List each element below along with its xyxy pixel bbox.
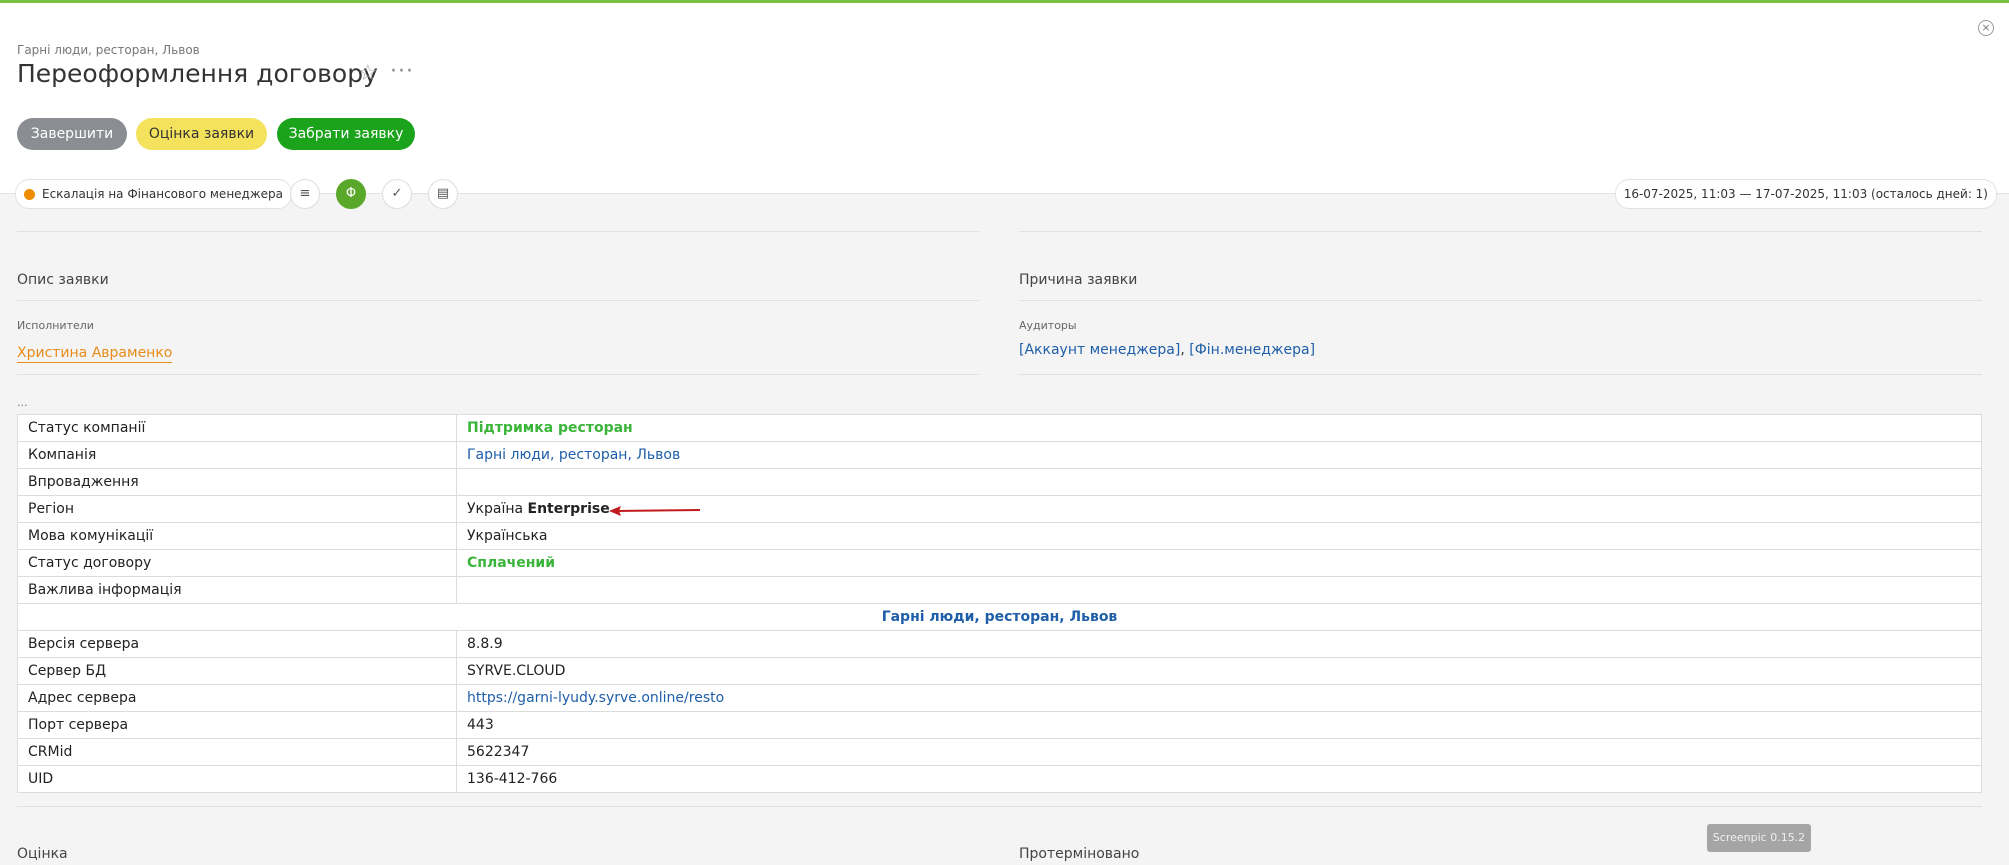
row-key: UID — [17, 765, 457, 793]
row-key: Компанія — [17, 441, 457, 469]
auditors-list: [Аккаунт менеджера], [Фін.менеджера] — [1019, 342, 1315, 358]
row-key: Версія сервера — [17, 630, 457, 658]
row-value: 443 — [456, 711, 1982, 739]
status-badge[interactable]: Ескалація на Фінансового менеджера — [15, 179, 293, 209]
row-value — [456, 576, 1982, 604]
table-row: Впровадження — [17, 468, 1982, 496]
more-dots: ... — [17, 396, 28, 409]
executors-label: Исполнители — [17, 319, 94, 332]
row-value: 5622347 — [456, 738, 1982, 766]
row-key: Важлива інформація — [17, 576, 457, 604]
row-key: Адрес сервера — [17, 684, 457, 712]
executor-link[interactable]: Христина Авраменко — [17, 344, 173, 363]
auditors-label: Аудиторы — [1019, 319, 1077, 332]
star-icon[interactable]: ☆ — [358, 61, 378, 86]
row-key: CRMid — [17, 738, 457, 766]
table-row: Компанія Гарні люди, ресторан, Львов — [17, 441, 1982, 469]
row-key: Статус договору — [17, 549, 457, 577]
reason-title: Причина заявки — [1019, 272, 1138, 288]
status-label: Ескалація на Фінансового менеджера — [42, 187, 284, 201]
company-info-table: Статус компанії Підтримка ресторан Компа… — [17, 414, 1982, 793]
red-arrow-annotation — [609, 506, 701, 516]
table-row: Важлива інформація — [17, 576, 1982, 604]
row-key: Впровадження — [17, 468, 457, 496]
table-row: Версія сервера 8.8.9 — [17, 630, 1982, 658]
auditor-link[interactable]: [Аккаунт менеджера] — [1019, 342, 1180, 358]
page-title: Переоформлення договору — [17, 59, 378, 88]
expired-title: Протерміновано — [1019, 846, 1140, 862]
section-title[interactable]: Гарні люди, ресторан, Львов — [17, 603, 1982, 631]
complete-button[interactable]: Завершити — [17, 118, 127, 150]
divider — [1019, 231, 1982, 232]
status-dot-icon — [24, 188, 35, 200]
description-title: Опис заявки — [17, 272, 109, 288]
row-value: Підтримка ресторан — [456, 414, 1982, 442]
row-key: Регіон — [17, 495, 457, 523]
table-row: Адрес сервера https://garni-lyudy.syrve.… — [17, 684, 1982, 712]
auditor-separator: , — [1180, 342, 1185, 358]
region-value: Україна — [467, 501, 524, 517]
divider — [17, 374, 979, 375]
check-circle-icon[interactable]: ✓ — [382, 179, 412, 209]
divider — [1019, 300, 1982, 301]
auditor-link[interactable]: [Фін.менеджера] — [1189, 342, 1315, 358]
comment-icon[interactable]: ▤ — [428, 179, 458, 209]
divider — [17, 231, 979, 232]
screenpic-watermark: Screenpic 0.15.2 — [1707, 824, 1811, 852]
date-range: 16-07-2025, 11:03 — 17-07-2025, 11:03 (о… — [1614, 179, 1997, 209]
rate-request-button[interactable]: Оцінка заявки — [136, 118, 267, 150]
company-link[interactable]: Гарні люди, ресторан, Львов — [456, 441, 1982, 469]
breadcrumb[interactable]: Гарні люди, ресторан, Львов — [17, 43, 200, 57]
row-key: Порт сервера — [17, 711, 457, 739]
server-address-link[interactable]: https://garni-lyudy.syrve.online/resto — [456, 684, 1982, 712]
row-value: 8.8.9 — [456, 630, 1982, 658]
row-key: Сервер БД — [17, 657, 457, 685]
divider — [1019, 374, 1982, 375]
row-value: Українська — [456, 522, 1982, 550]
region-bold: Enterprise — [527, 501, 610, 517]
table-row: Статус договору Сплачений — [17, 549, 1982, 577]
list-icon[interactable]: ≡ — [290, 179, 320, 209]
rating-title: Оцінка — [17, 846, 68, 862]
row-value: SYRVE.CLOUD — [456, 657, 1982, 685]
row-key: Статус компанії — [17, 414, 457, 442]
header: Гарні люди, ресторан, Львов Переоформлен… — [0, 3, 2009, 193]
table-section-row: Гарні люди, ресторан, Львов — [17, 603, 1982, 631]
row-key: Мова комунікації — [17, 522, 457, 550]
more-icon[interactable]: ··· — [390, 59, 414, 84]
take-request-button[interactable]: Забрати заявку — [277, 118, 415, 150]
table-row: UID 136-412-766 — [17, 765, 1982, 793]
table-row: Порт сервера 443 — [17, 711, 1982, 739]
row-value — [456, 468, 1982, 496]
row-value: Сплачений — [456, 549, 1982, 577]
table-row: Регіон Україна Enterprise — [17, 495, 1982, 523]
close-icon[interactable]: × — [1978, 20, 1994, 36]
table-row: Мова комунікації Українська — [17, 522, 1982, 550]
table-row: CRMid 5622347 — [17, 738, 1982, 766]
phi-icon[interactable]: Φ — [336, 179, 366, 209]
divider — [17, 300, 979, 301]
table-row: Сервер БД SYRVE.CLOUD — [17, 657, 1982, 685]
table-row: Статус компанії Підтримка ресторан — [17, 414, 1982, 442]
divider — [17, 806, 1982, 807]
row-value: 136-412-766 — [456, 765, 1982, 793]
